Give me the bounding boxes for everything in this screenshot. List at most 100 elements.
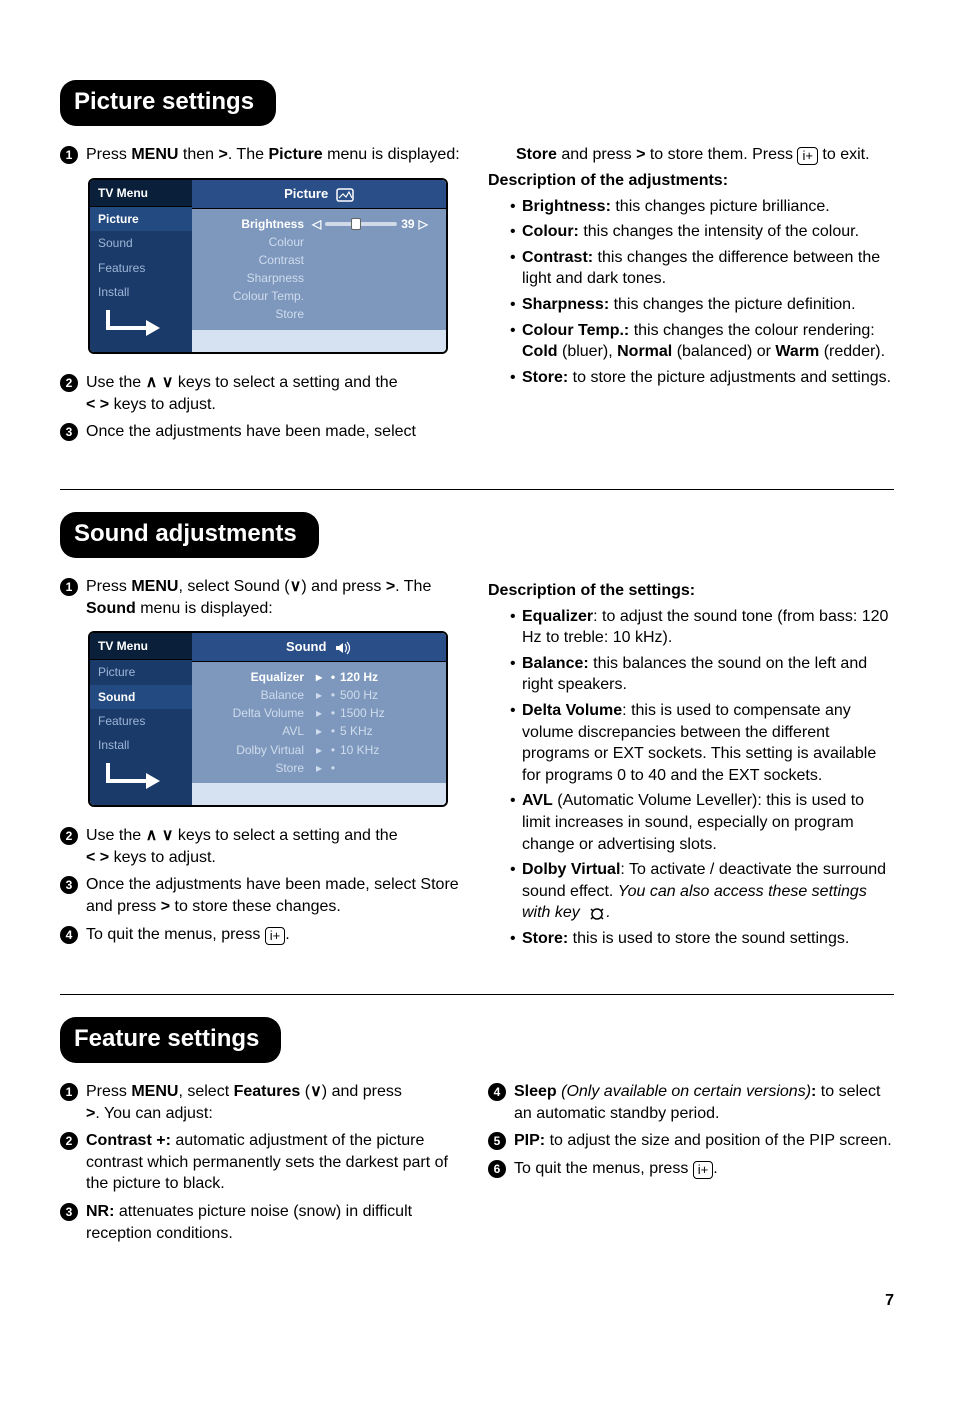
desc-text: this is used to store the sound settings…: [568, 930, 849, 947]
text: .: [285, 926, 289, 943]
sound-menu: TV Menu Picture Sound Features Install S…: [88, 631, 448, 807]
features-step-2: 2 Contrast +: automatic adjustment of th…: [60, 1130, 466, 1195]
picture-right-col: Store and press > to store them. Press i…: [488, 144, 894, 448]
step-1-bullet: 1: [60, 1083, 78, 1101]
divider: [60, 489, 894, 490]
menu-left-title: TV Menu: [90, 633, 192, 660]
features-step-5: 5 PIP: to adjust the size and position o…: [488, 1130, 894, 1152]
features-step-5-body: PIP: to adjust the size and position of …: [514, 1130, 894, 1152]
desc-item: Delta Volume: this is used to compensate…: [510, 700, 894, 786]
step-1-bullet: 1: [60, 146, 78, 164]
menu-row: Contrast: [192, 251, 446, 269]
sound-step-1-body: Press MENU, select Sound (∨) and press >…: [86, 576, 466, 619]
row-label: Colour Temp.: [202, 288, 312, 304]
desc-term: Contrast +:: [86, 1132, 171, 1149]
sound-step-4: 4 To quit the menus, press i+.: [60, 924, 466, 946]
desc-item: Equalizer: to adjust the sound tone (fro…: [510, 606, 894, 649]
desc-term: Brightness:: [522, 198, 611, 215]
menu-left-item: Install: [90, 280, 192, 304]
row-mark: ▸: [312, 760, 326, 776]
picture-step-2-body: Use the ∧ ∨ keys to select a setting and…: [86, 372, 466, 415]
desc-term: Store:: [522, 369, 568, 386]
sound-right-col: Description of the settings: Equalizer: …: [488, 576, 894, 954]
picture-step-3-body: Once the adjustments have been made, sel…: [86, 421, 466, 443]
features-step-6-body: To quit the menus, press i+.: [514, 1158, 894, 1180]
row-val: 5 KHz: [340, 723, 436, 739]
menu-right-title-text: Sound: [286, 639, 326, 654]
down-arrow-icon: ∨: [310, 1081, 322, 1103]
bullet-icon: •: [326, 723, 340, 739]
desc-term: Colour:: [522, 223, 579, 240]
desc-term: Normal: [617, 343, 672, 360]
step-2-bullet: 2: [60, 1132, 78, 1150]
row-label: Contrast: [202, 252, 312, 268]
desc-item: Contrast: this changes the difference be…: [510, 247, 894, 290]
row-label: AVL: [202, 723, 312, 739]
desc-term: NR:: [86, 1203, 114, 1220]
menu-row: Balance▸•500 Hz: [192, 686, 446, 704]
picture-heading: Picture settings: [60, 80, 276, 126]
info-button-icon: i+: [265, 927, 285, 945]
text: .: [713, 1160, 717, 1177]
bullet-icon: •: [326, 742, 340, 758]
sound-heading: Sound adjustments: [60, 512, 319, 558]
menu-left-items: Picture Sound Features Install: [90, 660, 192, 757]
picture-menu-right: Picture Brightness ◁ 39 ▷: [192, 180, 446, 352]
text: . The: [395, 578, 431, 595]
text: To quit the menus, press: [514, 1160, 693, 1177]
desc-term: Warm: [775, 343, 819, 360]
row-label: Balance: [202, 687, 312, 703]
desc-text: to store the picture adjustments and set…: [568, 369, 891, 386]
sound-step-4-body: To quit the menus, press i+.: [86, 924, 466, 946]
picture-desc-head: Description of the adjustments:: [488, 170, 894, 192]
sound-icon: [334, 641, 352, 655]
picture-step-2: 2 Use the ∧ ∨ keys to select a setting a…: [60, 372, 466, 415]
bullet-icon: •: [326, 705, 340, 721]
picture-menu-left: TV Menu Picture Sound Features Install: [90, 180, 192, 352]
step-2-bullet: 2: [60, 827, 78, 845]
desc-item: Brightness: this changes picture brillia…: [510, 196, 894, 218]
menu-row: Colour: [192, 233, 446, 251]
row-label: Dolby Virtual: [202, 742, 312, 758]
text: keys to select a setting and the: [173, 374, 397, 391]
text: ) and press: [301, 578, 385, 595]
features-step-3-body: NR: attenuates picture noise (snow) in d…: [86, 1201, 466, 1244]
menu-row: Colour Temp.: [192, 287, 446, 305]
menu-row: Dolby Virtual▸•10 KHz: [192, 741, 446, 759]
desc-text: (balanced) or: [672, 343, 775, 360]
text: to store them. Press: [645, 146, 797, 163]
menu-left-item: Picture: [90, 207, 192, 231]
desc-term: Equalizer: [522, 608, 593, 625]
slider-value: 39: [401, 216, 414, 232]
text: , select: [178, 1083, 233, 1100]
desc-term: AVL: [522, 792, 553, 809]
text-menu: MENU: [131, 1083, 178, 1100]
step-3-bullet: 3: [60, 1203, 78, 1221]
right-arrow-icon: >: [86, 1103, 95, 1125]
desc-text: this changes picture brilliance.: [611, 198, 830, 215]
desc-item: Balance: this balances the sound on the …: [510, 653, 894, 696]
bullet-icon: •: [326, 687, 340, 703]
picture-columns: 1 Press MENU then >. The Picture menu is…: [60, 144, 894, 448]
text: and press: [557, 146, 636, 163]
right-arrow-icon: >: [161, 896, 170, 918]
desc-term: Cold: [522, 343, 558, 360]
picture-step-1: 1 Press MENU then >. The Picture menu is…: [60, 144, 466, 166]
slider-track: [325, 222, 397, 226]
features-step-1-body: Press MENU, select Features (∨) and pres…: [86, 1081, 466, 1124]
divider: [60, 994, 894, 995]
desc-term: Colour Temp.:: [522, 322, 629, 339]
menu-left-item: Sound: [90, 231, 192, 255]
text: keys to select a setting and the: [173, 827, 397, 844]
sound-step-2-body: Use the ∧ ∨ keys to select a setting and…: [86, 825, 466, 868]
text-picture: Picture: [268, 146, 322, 163]
row-label: Sharpness: [202, 270, 312, 286]
sound-section: Sound adjustments 1 Press MENU, select S…: [60, 512, 894, 954]
desc-text: (bluer),: [558, 343, 618, 360]
features-step-3: 3 NR: attenuates picture noise (snow) in…: [60, 1201, 466, 1244]
picture-desc-list: Brightness: this changes picture brillia…: [510, 196, 894, 389]
row-label: Store: [202, 306, 312, 322]
text: menu is displayed:: [136, 600, 273, 617]
desc-text: to adjust the size and position of the P…: [545, 1132, 892, 1149]
menu-left-item: Install: [90, 733, 192, 757]
